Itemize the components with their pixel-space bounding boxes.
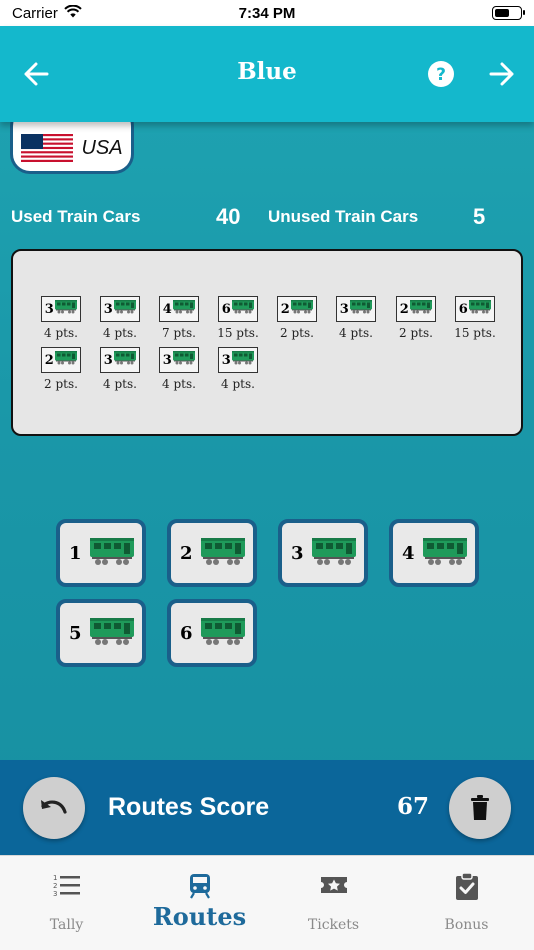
train-icon [90, 616, 134, 651]
tab-routes[interactable]: Routes [133, 856, 266, 950]
train-icon [291, 299, 314, 319]
battery-icon [492, 6, 525, 20]
train-icon [350, 299, 373, 319]
train-icon [90, 536, 134, 571]
train-icon [423, 536, 467, 571]
train-icon [114, 350, 137, 370]
unused-cars-value: 5 [473, 204, 486, 229]
train-icon [173, 299, 196, 319]
route-length-2-button[interactable]: 2 [167, 519, 257, 587]
tab-tally[interactable]: 1 2 3 Tally [0, 856, 133, 950]
tab-label: Routes [152, 902, 247, 931]
tab-bonus[interactable]: Bonus [400, 856, 533, 950]
clipboard-check-icon [455, 873, 478, 900]
tab-tickets[interactable]: Tickets [267, 856, 400, 950]
route-chip[interactable]: 2 2 pts. [33, 347, 89, 391]
train-icon [189, 874, 210, 899]
tab-label: Tickets [307, 917, 360, 933]
wifi-icon [64, 4, 82, 22]
status-left: Carrier [12, 4, 82, 22]
svg-text:?: ? [436, 65, 446, 85]
arrow-right-icon [489, 62, 514, 86]
tab-label: Bonus [444, 917, 489, 933]
route-length-6-button[interactable]: 6 [167, 599, 257, 667]
nav-bar: Blue ? [0, 26, 534, 122]
undo-icon [41, 800, 67, 814]
country-name: USA [81, 136, 123, 159]
route-chip[interactable]: 2 2 pts. [269, 296, 325, 340]
routes-score-label: Routes Score [108, 793, 270, 821]
unused-cars-label: Unused Train Cars [268, 207, 419, 226]
route-chip[interactable]: 6 15 pts. [447, 296, 503, 340]
tab-bar: 1 2 3 Tally Routes Tickets Bonus [0, 855, 534, 950]
score-bar: Routes Score 67 [0, 760, 534, 855]
route-chip[interactable]: 3 4 pts. [210, 347, 266, 391]
question-circle-icon: ? [428, 61, 454, 87]
routes-score-value: 67 [397, 793, 430, 820]
train-icon [173, 350, 196, 370]
route-chip[interactable]: 3 4 pts. [151, 347, 207, 391]
route-chip[interactable]: 3 4 pts. [92, 296, 148, 340]
train-icon [312, 536, 356, 571]
svg-text:3: 3 [53, 890, 57, 897]
route-length-1-button[interactable]: 1 [56, 519, 146, 587]
trash-icon [471, 795, 489, 820]
train-icon [201, 616, 245, 651]
route-length-3-button[interactable]: 3 [278, 519, 368, 587]
svg-text:2: 2 [53, 882, 57, 890]
route-length-5-button[interactable]: 5 [56, 599, 146, 667]
route-chip[interactable]: 2 2 pts. [388, 296, 444, 340]
route-chip[interactable]: 3 4 pts. [33, 296, 89, 340]
train-icon [232, 299, 255, 319]
train-icon [201, 536, 245, 571]
next-button[interactable] [484, 56, 520, 92]
delete-button[interactable] [449, 777, 511, 839]
train-icon [410, 299, 433, 319]
us-flag-icon [21, 134, 74, 162]
train-icon [55, 350, 78, 370]
route-chip[interactable]: 3 4 pts. [328, 296, 384, 340]
route-chip[interactable]: 6 15 pts. [210, 296, 266, 340]
ticket-star-icon [320, 877, 347, 893]
train-icon [232, 350, 255, 370]
help-button[interactable]: ? [423, 56, 459, 92]
svg-text:1: 1 [53, 874, 57, 882]
train-icon [55, 299, 78, 319]
undo-button[interactable] [23, 777, 85, 839]
status-bar: Carrier 7:34 PM [0, 0, 534, 26]
list-numbered-icon: 1 2 3 [53, 874, 80, 897]
used-cars-value: 40 [216, 204, 241, 229]
train-icon [469, 299, 492, 319]
route-chip[interactable]: 4 7 pts. [151, 296, 207, 340]
used-cars-label: Used Train Cars [11, 207, 141, 226]
claimed-routes-panel: 3 4 pts. 3 4 pts. 4 7 pts. 6 15 pts. 2 2… [11, 249, 523, 436]
route-chip[interactable]: 3 4 pts. [92, 347, 148, 391]
train-icon [114, 299, 137, 319]
tab-label: Tally [49, 917, 84, 933]
carrier-label: Carrier [12, 4, 58, 22]
route-length-4-button[interactable]: 4 [389, 519, 479, 587]
